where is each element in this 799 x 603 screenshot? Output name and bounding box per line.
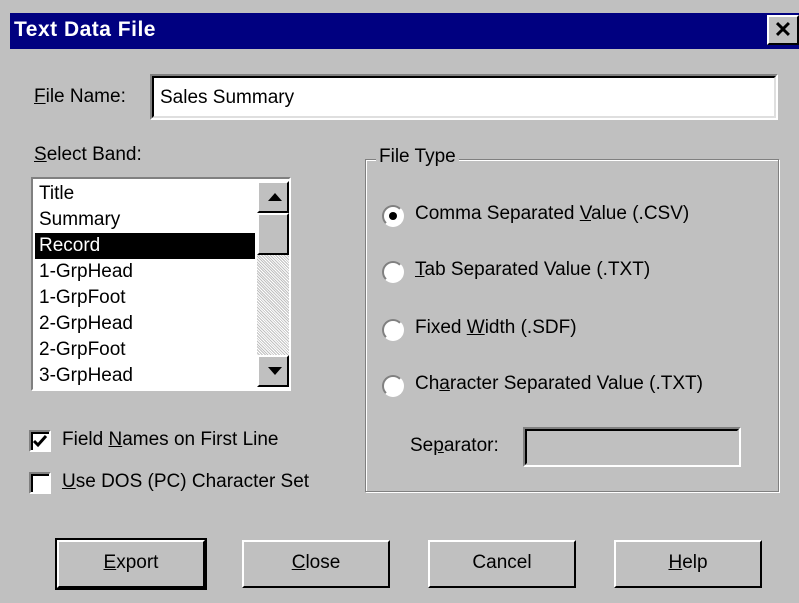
checkmark-icon bbox=[32, 435, 48, 448]
export-button[interactable]: Export bbox=[55, 538, 207, 590]
cancel-button[interactable]: Cancel bbox=[428, 540, 576, 588]
separator-input[interactable] bbox=[523, 427, 741, 467]
radio-fixed-width-label: Fixed Width (.SDF) bbox=[415, 317, 577, 338]
help-button[interactable]: Help bbox=[614, 540, 762, 588]
radio-char-separated-label: Character Separated Value (.TXT) bbox=[415, 373, 703, 394]
window-title: Text Data File bbox=[14, 18, 156, 41]
file-type-legend: File Type bbox=[376, 146, 459, 168]
separator-label: Separator: bbox=[410, 435, 499, 456]
close-button[interactable]: Close bbox=[242, 540, 390, 588]
list-item[interactable]: 1-GrpFoot bbox=[35, 285, 255, 311]
select-band-label: Select Band: bbox=[34, 144, 142, 165]
list-item[interactable]: 3-GrpHead bbox=[35, 363, 255, 389]
listbox-scrollbar[interactable] bbox=[257, 181, 289, 387]
radio-char-separated[interactable] bbox=[382, 375, 404, 397]
list-item[interactable]: Title bbox=[35, 181, 255, 207]
radio-tab[interactable] bbox=[382, 261, 404, 283]
select-band-listbox[interactable]: Title Summary Record 1-GrpHead 1-GrpFoot 2-Gr… bbox=[31, 177, 291, 391]
file-name-label: File Name: bbox=[34, 86, 126, 107]
list-item[interactable]: Summary bbox=[35, 207, 255, 233]
field-names-label: Field Names on First Line bbox=[62, 429, 279, 450]
arrow-down-icon bbox=[268, 367, 282, 375]
arrow-up-icon bbox=[268, 193, 282, 201]
file-name-value: Sales Summary bbox=[160, 87, 295, 108]
scroll-thumb[interactable] bbox=[257, 213, 289, 255]
dos-charset-checkbox[interactable] bbox=[29, 472, 51, 494]
list-item[interactable]: 2-GrpHead bbox=[35, 311, 255, 337]
list-item[interactable]: 1-GrpHead bbox=[35, 259, 255, 285]
radio-csv[interactable] bbox=[382, 205, 404, 227]
list-item[interactable]: Record bbox=[35, 233, 255, 259]
title-bar[interactable]: Text Data File ✕ bbox=[10, 13, 799, 49]
close-icon[interactable]: ✕ bbox=[767, 15, 799, 45]
radio-fixed-width[interactable] bbox=[382, 319, 404, 341]
radio-csv-label: Comma Separated Value (.CSV) bbox=[415, 203, 690, 224]
scroll-up-button[interactable] bbox=[257, 181, 289, 213]
field-names-checkbox[interactable] bbox=[29, 430, 51, 452]
file-name-input[interactable]: Sales Summary bbox=[150, 74, 778, 120]
radio-tab-label: Tab Separated Value (.TXT) bbox=[415, 259, 651, 280]
text-data-file-dialog: Text Data File ✕ File Name: Sales Summar… bbox=[0, 0, 799, 603]
list-item[interactable]: 2-GrpFoot bbox=[35, 337, 255, 363]
dos-charset-label: Use DOS (PC) Character Set bbox=[62, 471, 310, 492]
scroll-down-button[interactable] bbox=[257, 355, 289, 387]
